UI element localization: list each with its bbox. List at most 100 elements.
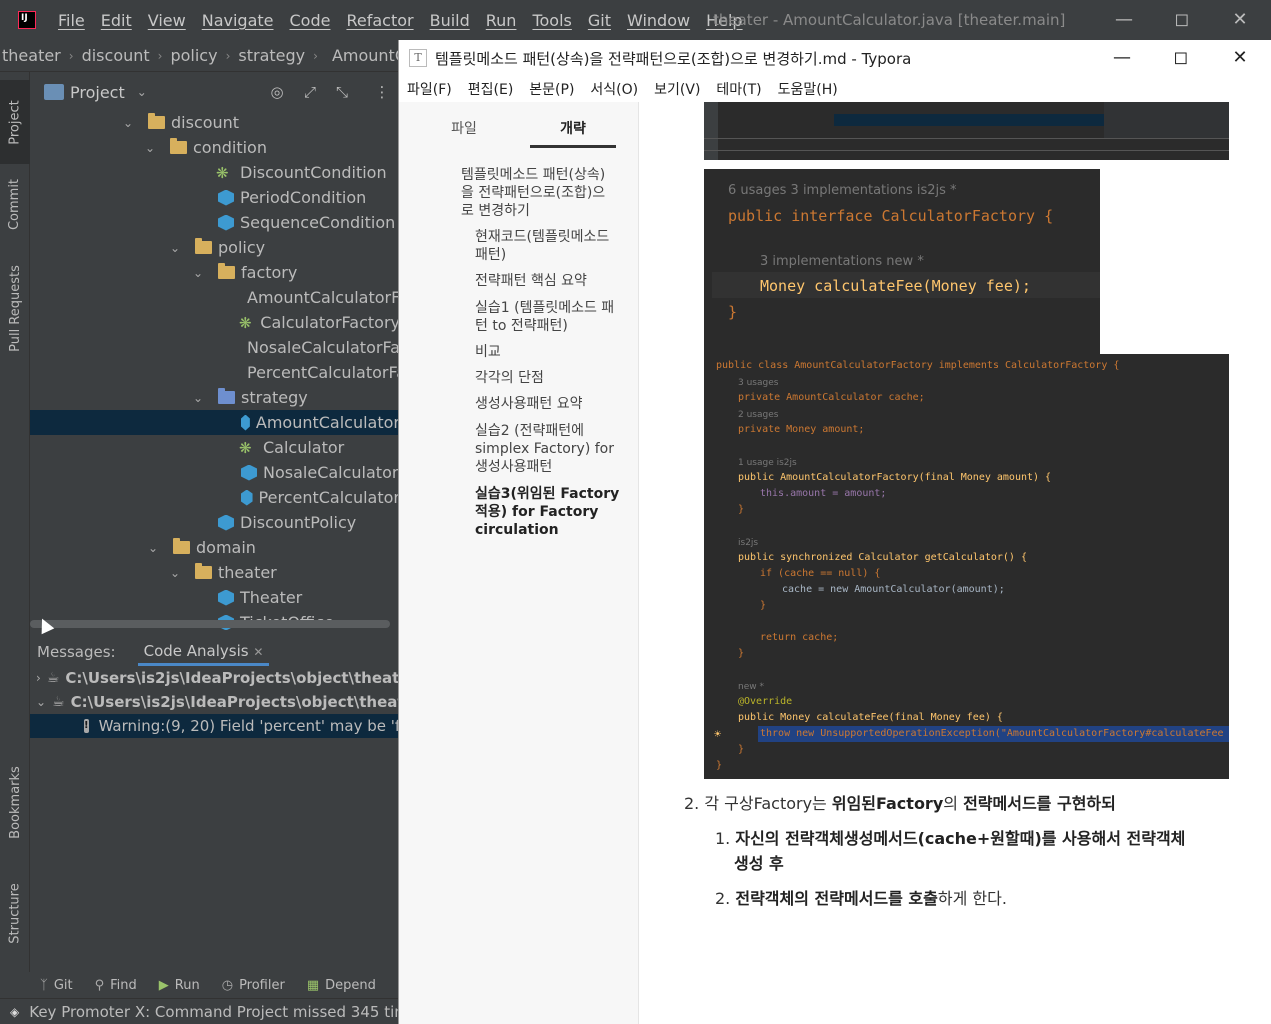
- message-row[interactable]: ⌄ ☕ C:\Users\is2js\IdeaProjects\object\t…: [30, 690, 400, 714]
- typora-minimize-icon[interactable]: —: [1110, 46, 1134, 70]
- tree-item-discountpolicy[interactable]: DiscountPolicy: [30, 510, 400, 535]
- tree-item-calculatorfactory[interactable]: ❋ CalculatorFactory: [30, 310, 400, 335]
- menu-edit[interactable]: Edit: [93, 11, 140, 30]
- tree-item-domain[interactable]: ⌄ domain: [30, 535, 400, 560]
- tab-outline[interactable]: 개략: [530, 116, 616, 148]
- menu-theme[interactable]: 테마(T): [716, 79, 761, 99]
- breadcrumb-item[interactable]: AmountCalcu: [332, 46, 400, 65]
- menu-code[interactable]: Code: [282, 11, 339, 30]
- tree-item-nosalecalculatorfactory[interactable]: NosaleCalculatorFac: [30, 335, 400, 360]
- tree-item-discount[interactable]: ⌄ discount: [30, 110, 400, 135]
- list-text: 의: [943, 794, 964, 813]
- tab-project[interactable]: Project: [0, 80, 30, 164]
- menu-format[interactable]: 서식(O): [590, 79, 638, 99]
- chevron-down-icon[interactable]: ⌄: [167, 241, 183, 255]
- breadcrumb-item[interactable]: strategy: [238, 46, 305, 65]
- menu-file[interactable]: File: [50, 11, 93, 30]
- tree-item-percentcalculatorfactory[interactable]: PercentCalculatorFa: [30, 360, 400, 385]
- tool-find[interactable]: ⚲ Find: [95, 978, 137, 993]
- menu-view[interactable]: 보기(V): [654, 79, 700, 99]
- tab-code-analysis[interactable]: Code Analysis ✕: [137, 638, 270, 666]
- more-options-icon[interactable]: ⋮: [372, 82, 392, 102]
- code-line: return cache;: [760, 632, 839, 643]
- tree-item-condition[interactable]: ⌄ condition: [30, 135, 400, 160]
- tree-item-percentcalculator[interactable]: PercentCalculator: [30, 485, 400, 510]
- menu-file[interactable]: 파일(F): [407, 79, 452, 99]
- class-icon: [241, 414, 250, 431]
- outline-item[interactable]: 현재코드(템플릿메소드 패턴): [475, 228, 617, 264]
- tree-horizontal-scrollbar[interactable]: [30, 620, 390, 628]
- tree-item-theater-pkg[interactable]: ⌄ theater: [30, 560, 400, 585]
- menu-window[interactable]: Window: [619, 11, 698, 30]
- ide-minimize-icon[interactable]: —: [1112, 8, 1136, 32]
- menu-view[interactable]: View: [140, 11, 194, 30]
- code-hint: 2 usages: [738, 410, 779, 420]
- close-icon[interactable]: ✕: [253, 645, 263, 659]
- tree-item-amountcalculatorfactory[interactable]: AmountCalculatorFa: [30, 285, 400, 310]
- menu-run[interactable]: Run: [478, 11, 525, 30]
- menu-build[interactable]: Build: [422, 11, 478, 30]
- message-row[interactable]: › ☕ C:\Users\is2js\IdeaProjects\object\t…: [30, 666, 400, 690]
- tool-run[interactable]: ▶ Run: [159, 978, 200, 993]
- outline-item[interactable]: 템플릿메소드 패턴(상속)을 전략패턴으로(조합)으로 변경하기: [461, 166, 616, 220]
- tree-item-sequencecondition[interactable]: SequenceCondition: [30, 210, 400, 235]
- typora-maximize-icon[interactable]: ◻: [1169, 46, 1193, 70]
- project-panel-title[interactable]: Project: [70, 83, 125, 102]
- locate-icon[interactable]: ◎: [267, 82, 287, 102]
- chevron-down-icon[interactable]: ⌄: [142, 141, 158, 155]
- outline-item[interactable]: 비교: [475, 343, 617, 361]
- tab-bookmarks[interactable]: Bookmarks: [0, 752, 30, 852]
- ide-close-icon[interactable]: ✕: [1228, 8, 1252, 32]
- chevron-down-icon[interactable]: ⌄: [190, 266, 206, 280]
- tree-item-theater[interactable]: Theater: [30, 585, 400, 610]
- tree-item-calculator[interactable]: ❋ Calculator: [30, 435, 400, 460]
- lightbulb-icon[interactable]: ☀: [714, 727, 721, 741]
- chevron-down-icon[interactable]: ⌄: [145, 541, 161, 555]
- messages-header: Messages: Code Analysis ✕: [30, 638, 400, 666]
- tree-item-strategy[interactable]: ⌄ strategy: [30, 385, 400, 410]
- breadcrumb-item[interactable]: theater: [2, 46, 61, 65]
- tree-item-amountcalculator[interactable]: AmountCalculator: [30, 410, 400, 435]
- tree-item-nosalecalculator[interactable]: NosaleCalculator: [30, 460, 400, 485]
- chevron-down-icon[interactable]: ⌄: [137, 85, 147, 99]
- tree-item-factory[interactable]: ⌄ factory: [30, 260, 400, 285]
- outline-item[interactable]: 각각의 단점: [475, 369, 617, 387]
- outline-item[interactable]: 전략패턴 핵심 요약: [475, 272, 617, 290]
- chevron-down-icon[interactable]: ⌄: [190, 391, 206, 405]
- tool-profiler[interactable]: ◷ Profiler: [222, 978, 285, 993]
- collapse-all-icon[interactable]: ⤡: [332, 82, 352, 102]
- outline-item[interactable]: 실습2 (전략패턴에 simplex Factory) for 생성사용패턴: [475, 422, 617, 476]
- outline-item-active[interactable]: 실습3(위임된 Factory 적용) for Factory circulat…: [475, 485, 623, 539]
- tab-pull-requests[interactable]: Pull Requests: [0, 252, 30, 364]
- tool-dependencies[interactable]: ▦ Depend: [307, 978, 376, 993]
- expand-all-icon[interactable]: ⤢: [300, 82, 320, 102]
- menu-help[interactable]: 도움말(H): [778, 79, 838, 99]
- package-icon: [218, 388, 235, 404]
- outline-item[interactable]: 실습1 (템플릿메소드 패턴 to 전략패턴): [475, 299, 617, 335]
- tab-files[interactable]: 파일: [439, 116, 489, 148]
- tab-commit[interactable]: Commit: [0, 164, 30, 244]
- message-path: C:\Users\is2js\IdeaProjects\object\theat…: [70, 693, 400, 711]
- embedded-screenshot-interface: 6 usages 3 implementations is2js * publi…: [704, 169, 1100, 354]
- tree-item-discountcondition[interactable]: ❋ DiscountCondition: [30, 160, 400, 185]
- tree-item-periodcondition[interactable]: PeriodCondition: [30, 185, 400, 210]
- tree-item-policy[interactable]: ⌄ policy: [30, 235, 400, 260]
- menu-paragraph[interactable]: 본문(P): [529, 79, 574, 99]
- chevron-down-icon[interactable]: ⌄: [120, 116, 136, 130]
- tab-structure[interactable]: Structure: [0, 868, 30, 958]
- menu-tools[interactable]: Tools: [524, 11, 579, 30]
- menu-git[interactable]: Git: [580, 11, 619, 30]
- chevron-down-icon[interactable]: ⌄: [36, 695, 46, 709]
- ide-maximize-icon[interactable]: ◻: [1170, 8, 1194, 32]
- warning-row[interactable]: ! Warning:(9, 20) Field 'percent' may be…: [30, 714, 400, 738]
- outline-item[interactable]: 생성사용패턴 요약: [475, 395, 617, 413]
- breadcrumb-item[interactable]: discount: [82, 46, 150, 65]
- chevron-right-icon[interactable]: ›: [36, 671, 41, 685]
- chevron-down-icon[interactable]: ⌄: [167, 566, 183, 580]
- tool-git[interactable]: ᛉ Git: [40, 978, 73, 993]
- typora-close-icon[interactable]: ✕: [1228, 46, 1252, 70]
- menu-navigate[interactable]: Navigate: [194, 11, 282, 30]
- menu-refactor[interactable]: Refactor: [338, 11, 421, 30]
- menu-edit[interactable]: 편집(E): [468, 79, 514, 99]
- breadcrumb-item[interactable]: policy: [170, 46, 217, 65]
